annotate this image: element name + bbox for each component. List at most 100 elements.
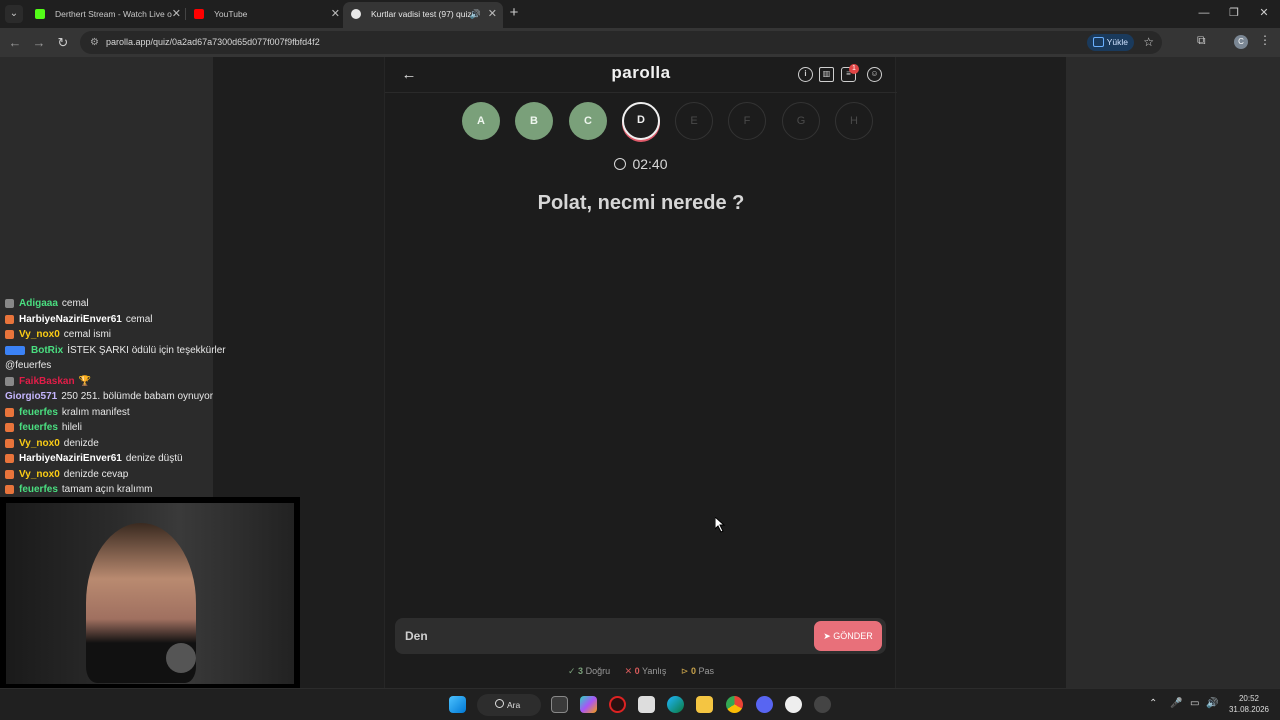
obs-icon[interactable]	[785, 696, 802, 713]
chat-badge-icon	[5, 469, 14, 479]
clock-icon	[614, 158, 627, 170]
site-settings-icon[interactable]: ⚙	[88, 36, 101, 49]
minimize-button[interactable]: —	[1194, 4, 1214, 22]
chat-message: feuerfes hileli	[3, 420, 243, 436]
chat-message: feuerfes tamam açın kralımm	[3, 482, 243, 498]
tray-overflow-icon[interactable]: ⌃	[1149, 698, 1157, 709]
copilot-icon[interactable]	[580, 696, 597, 713]
browser-toolbar: ← → ↻ ⚙ parolla.app/quiz/0a2ad67a7300d65…	[0, 28, 1280, 57]
tab-parolla-quiz[interactable]: Kurtlar vadisi test (97) quiz 🔊 ✕	[343, 2, 503, 28]
chat-badge-icon	[5, 454, 14, 463]
letter-g: G	[782, 102, 820, 140]
pass-stat: ⊳ 0 Pas	[681, 666, 714, 676]
file-explorer-icon[interactable]	[696, 696, 713, 713]
countdown-timer: 02:40	[385, 156, 897, 172]
app-header: ← parolla i ▥ ≡ 1 ☺	[385, 57, 897, 93]
tab-derthert-stream[interactable]: Derthert Stream - Watch Live o ✕	[27, 3, 187, 25]
wrong-label: Yanlış	[642, 666, 667, 676]
tab-close-icon[interactable]: ✕	[172, 3, 181, 25]
send-button[interactable]: ➤ GÖNDER	[814, 621, 882, 651]
chat-text: 🏆	[78, 375, 92, 387]
chat-username[interactable]: FaikBaskan	[19, 376, 75, 387]
tab-title: Kurtlar vadisi test (97) quiz	[371, 9, 472, 19]
chat-username[interactable]: feuerfes	[19, 422, 58, 433]
search-label: Ara	[507, 700, 521, 710]
restore-button[interactable]: ❐	[1224, 4, 1244, 22]
microphone	[166, 643, 196, 673]
chat-username[interactable]: Vy_nox0	[19, 469, 60, 480]
chat-username[interactable]: feuerfes	[19, 484, 58, 495]
chat-text: denizde cevap	[63, 468, 129, 480]
tab-close-icon[interactable]: ✕	[488, 2, 497, 26]
search-icon	[495, 699, 504, 708]
forward-arrow-icon[interactable]: →	[29, 33, 49, 53]
chat-username[interactable]: HarbiyeNaziriEnver61	[19, 453, 122, 464]
parolla-favicon-icon	[351, 9, 361, 19]
tab-search-icon[interactable]: ⌄	[5, 5, 23, 23]
address-bar[interactable]: ⚙ parolla.app/quiz/0a2ad67a7300d65d077f0…	[80, 31, 1162, 54]
volume-icon[interactable]: 🔊	[1206, 698, 1218, 709]
correct-stat: ✓ 3 Doğru	[568, 666, 613, 676]
check-icon: ✓	[567, 666, 576, 676]
chat-username[interactable]: BotRix	[31, 345, 63, 356]
new-tab-button[interactable]: +	[505, 4, 523, 22]
chat-message: HarbiyeNaziriEnver61 denize düştü	[3, 451, 243, 467]
answer-input[interactable]	[405, 618, 805, 654]
system-clock[interactable]: 20:52 31.08.2026	[1226, 693, 1272, 715]
close-window-button[interactable]: ✕	[1254, 4, 1274, 22]
chat-username[interactable]: feuerfes	[19, 407, 58, 418]
reload-icon[interactable]: ↻	[53, 33, 73, 53]
chat-message: feuerfes kralım manifest	[3, 405, 243, 421]
chat-text: denize düştü	[125, 453, 183, 464]
chat-badge-icon	[5, 314, 14, 324]
chat-badge-icon	[5, 299, 14, 308]
taskbar-search[interactable]: Ara	[477, 694, 541, 716]
chat-badge-icon	[5, 345, 25, 355]
game-app-icon[interactable]	[609, 696, 626, 713]
letter-h: H	[835, 102, 873, 140]
letter-f: F	[728, 102, 766, 140]
chat-text: hileli	[61, 422, 82, 433]
letter-d: D	[622, 102, 660, 140]
speaker-icon[interactable]: 🔊	[470, 2, 481, 26]
skip-icon: ⊳	[680, 666, 689, 676]
more-menu-icon[interactable]: ⋮	[1259, 33, 1271, 47]
steam-icon[interactable]	[814, 696, 831, 713]
correct-label: Doğru	[585, 666, 611, 676]
chrome-icon[interactable]	[726, 696, 743, 713]
windows-start-icon[interactable]	[449, 696, 466, 713]
extensions-icon[interactable]: ⧉	[1197, 33, 1206, 48]
correct-count: 3	[578, 666, 584, 676]
chat-message: Vy_nox0 denizde cevap	[3, 467, 243, 483]
pass-count: 0	[690, 666, 696, 676]
chat-username[interactable]: Vy_nox0	[19, 438, 60, 449]
edge-icon[interactable]	[667, 696, 684, 713]
leaderboard-icon[interactable]: ▥	[819, 67, 834, 82]
pass-label: Pas	[698, 666, 715, 676]
discord-icon[interactable]	[756, 696, 773, 713]
back-arrow-icon[interactable]: ←	[5, 33, 25, 53]
letter-a: A	[462, 102, 500, 140]
tab-youtube[interactable]: YouTube ✕	[186, 3, 346, 25]
stream-chat-overlay: Adigaaa cemal HarbiyeNaziriEnver61 cemal Vy_…	[3, 296, 243, 498]
url-text[interactable]: parolla.app/quiz/0a2ad67a7300d65d077f007…	[106, 31, 320, 54]
task-view-icon[interactable]	[551, 696, 568, 713]
upload-button[interactable]: Yükle	[1086, 34, 1134, 51]
microphone-icon[interactable]: 🎤	[1170, 698, 1182, 709]
bookmark-star-icon[interactable]: ☆	[1143, 34, 1154, 51]
network-icon[interactable]: ▭	[1190, 698, 1199, 709]
send-label: GÖNDER	[833, 631, 873, 641]
chat-username[interactable]: Adigaaa	[19, 298, 58, 309]
tab-close-icon[interactable]: ✕	[331, 3, 340, 25]
chat-username[interactable]: Vy_nox0	[19, 329, 60, 340]
store-icon[interactable]	[638, 696, 655, 713]
info-icon[interactable]: i	[798, 67, 813, 82]
chat-username[interactable]: Giorgio571	[5, 391, 57, 402]
tab-title: YouTube	[214, 9, 248, 19]
profile-avatar[interactable]: C	[1234, 35, 1248, 49]
chat-username[interactable]: HarbiyeNaziriEnver61	[19, 314, 122, 325]
chat-text: kralım manifest	[61, 406, 130, 418]
user-profile-icon[interactable]: ☺	[867, 67, 882, 82]
youtube-favicon-icon	[194, 9, 204, 19]
timer-value: 02:40	[632, 156, 668, 172]
